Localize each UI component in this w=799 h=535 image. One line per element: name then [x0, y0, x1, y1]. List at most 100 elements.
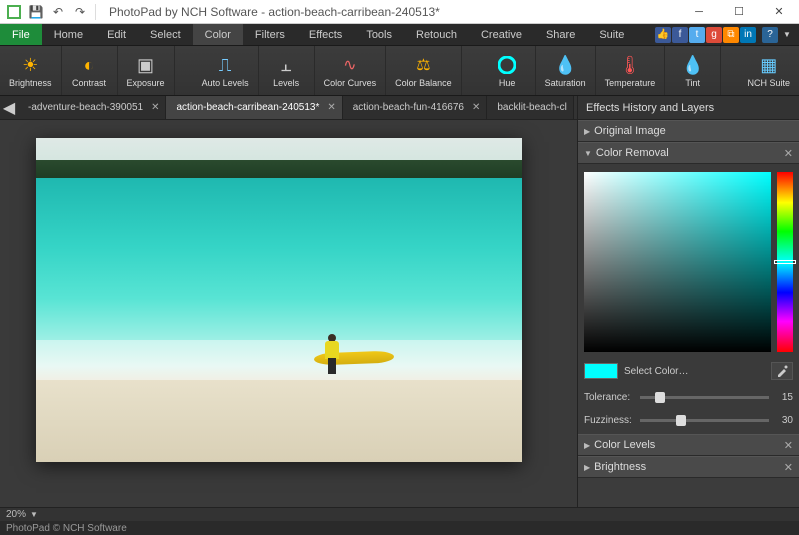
fuzziness-slider[interactable]: [640, 419, 769, 422]
separator: [95, 4, 96, 20]
saturation-icon: 💧: [554, 53, 576, 77]
menu-tools[interactable]: Tools: [354, 24, 404, 45]
thumbs-up-icon[interactable]: 👍: [655, 27, 671, 43]
menu-suite[interactable]: Suite: [587, 24, 636, 45]
panel-close-icon[interactable]: ✕: [784, 439, 793, 452]
tabs-scroll-left[interactable]: ◀: [0, 96, 18, 119]
help-icon[interactable]: ?: [762, 27, 778, 43]
tint-icon: 💧: [681, 53, 703, 77]
color-swatch[interactable]: [584, 363, 618, 379]
select-color-link[interactable]: Select Color…: [624, 366, 765, 377]
chevron-right-icon: ▶: [584, 441, 590, 450]
hue-marker: [774, 260, 796, 264]
status-bar: PhotoPad © NCH Software: [0, 521, 799, 535]
undo-icon[interactable]: ↶: [48, 2, 68, 22]
twitter-icon[interactable]: t: [689, 27, 705, 43]
menu-effects[interactable]: Effects: [297, 24, 354, 45]
exposure-icon: ▣: [137, 53, 154, 77]
tool-brightness[interactable]: ☀Brightness: [0, 46, 62, 96]
tool-color-balance[interactable]: ⚖Color Balance: [386, 46, 462, 96]
balance-icon: ⚖: [416, 53, 430, 77]
tool-contrast[interactable]: ◐Contrast: [62, 46, 118, 96]
menu-edit[interactable]: Edit: [95, 24, 138, 45]
document-tabs: ◀ -adventure-beach-390051✕ action-beach-…: [0, 96, 577, 120]
ribbon-color: ☀Brightness ◐Contrast ▣Exposure ⎍Auto Le…: [0, 46, 799, 96]
document-area: ◀ -adventure-beach-390051✕ action-beach-…: [0, 96, 577, 507]
tab-document[interactable]: -adventure-beach-390051✕: [18, 96, 166, 119]
tab-document-active[interactable]: action-beach-carribean-240513*✕: [166, 96, 342, 119]
menu-share[interactable]: Share: [534, 24, 587, 45]
accordion-original-image[interactable]: ▶Original Image: [578, 120, 799, 142]
close-button[interactable]: ✕: [759, 0, 799, 24]
app-menu-icon[interactable]: [4, 2, 24, 22]
tool-exposure[interactable]: ▣Exposure: [118, 46, 175, 96]
tab-document[interactable]: backlit-beach-cl: [487, 96, 573, 119]
tolerance-row: Tolerance: 15: [584, 392, 793, 403]
tolerance-value: 15: [775, 392, 793, 403]
accordion-brightness[interactable]: ▶Brightness✕: [578, 456, 799, 478]
fuzziness-value: 30: [775, 415, 793, 426]
menu-select[interactable]: Select: [138, 24, 193, 45]
tab-close-icon[interactable]: ✕: [151, 102, 159, 113]
tab-document[interactable]: action-beach-fun-416676✕: [343, 96, 488, 119]
tool-temperature[interactable]: 🌡Temperature: [596, 46, 666, 96]
menu-bar: File Home Edit Select Color Filters Effe…: [0, 24, 799, 46]
zoom-bar: 20% ▼: [0, 507, 799, 521]
hue-slider[interactable]: [777, 172, 793, 352]
eyedropper-button[interactable]: [771, 362, 793, 380]
status-text: PhotoPad © NCH Software: [6, 523, 127, 534]
tolerance-slider[interactable]: [640, 396, 769, 399]
hue-icon: [498, 53, 516, 77]
menu-creative[interactable]: Creative: [469, 24, 534, 45]
tool-nch-suite[interactable]: ▦NCH Suite: [738, 46, 799, 96]
social-icons: 👍 f t g ⧉ in ? ▼: [655, 24, 799, 45]
redo-icon[interactable]: ↷: [70, 2, 90, 22]
tool-levels[interactable]: ⫠Levels: [259, 46, 315, 96]
zoom-dropdown-icon[interactable]: ▼: [30, 510, 38, 519]
save-icon[interactable]: 💾: [26, 2, 46, 22]
menu-retouch[interactable]: Retouch: [404, 24, 469, 45]
tab-close-icon[interactable]: ✕: [327, 102, 335, 113]
fuzziness-row: Fuzziness: 30: [584, 415, 793, 426]
sun-icon: ☀: [22, 53, 38, 77]
autolevels-icon: ⎍: [219, 53, 232, 77]
share-icon[interactable]: ⧉: [723, 27, 739, 43]
linkedin-icon[interactable]: in: [740, 27, 756, 43]
tab-close-icon[interactable]: ✕: [472, 102, 480, 113]
chevron-down-icon: ▼: [584, 149, 592, 158]
chevron-right-icon: ▶: [584, 463, 590, 472]
window-title: PhotoPad by NCH Software - action-beach-…: [103, 5, 679, 19]
menu-home[interactable]: Home: [42, 24, 95, 45]
accordion-color-removal[interactable]: ▼Color Removal✕: [578, 142, 799, 164]
color-removal-body: Select Color… Tolerance: 15 Fuzziness: 3…: [578, 164, 799, 434]
menu-file[interactable]: File: [0, 24, 42, 45]
window-controls: ─ ☐ ✕: [679, 0, 799, 24]
tool-tint[interactable]: 💧Tint: [665, 46, 721, 96]
maximize-button[interactable]: ☐: [719, 0, 759, 24]
right-panel: Effects History and Layers ▶Original Ima…: [577, 96, 799, 507]
google-plus-icon[interactable]: g: [706, 27, 722, 43]
menu-color[interactable]: Color: [193, 24, 243, 45]
accordion-color-levels[interactable]: ▶Color Levels✕: [578, 434, 799, 456]
menu-filters[interactable]: Filters: [243, 24, 297, 45]
facebook-icon[interactable]: f: [672, 27, 688, 43]
color-field[interactable]: [584, 172, 771, 352]
panel-close-icon[interactable]: ✕: [784, 461, 793, 474]
tool-auto-levels[interactable]: ⎍Auto Levels: [193, 46, 259, 96]
minimize-button[interactable]: ─: [679, 0, 719, 24]
levels-icon: ⫠: [281, 53, 292, 77]
title-bar: 💾 ↶ ↷ PhotoPad by NCH Software - action-…: [0, 0, 799, 24]
tool-hue[interactable]: Hue: [480, 46, 536, 96]
tool-saturation[interactable]: 💧Saturation: [536, 46, 596, 96]
canvas[interactable]: [0, 120, 577, 507]
grid-icon: ▦: [760, 53, 777, 77]
tool-color-curves[interactable]: ∿Color Curves: [315, 46, 387, 96]
image-preview[interactable]: [36, 138, 522, 462]
chevron-right-icon: ▶: [584, 127, 590, 136]
zoom-value[interactable]: 20%: [6, 509, 26, 520]
help-dropdown-icon[interactable]: ▼: [779, 27, 795, 43]
panel-title: Effects History and Layers: [578, 96, 799, 120]
panel-close-icon[interactable]: ✕: [784, 147, 793, 160]
thermometer-icon: 🌡: [619, 53, 642, 77]
curves-icon: ∿: [343, 53, 356, 77]
